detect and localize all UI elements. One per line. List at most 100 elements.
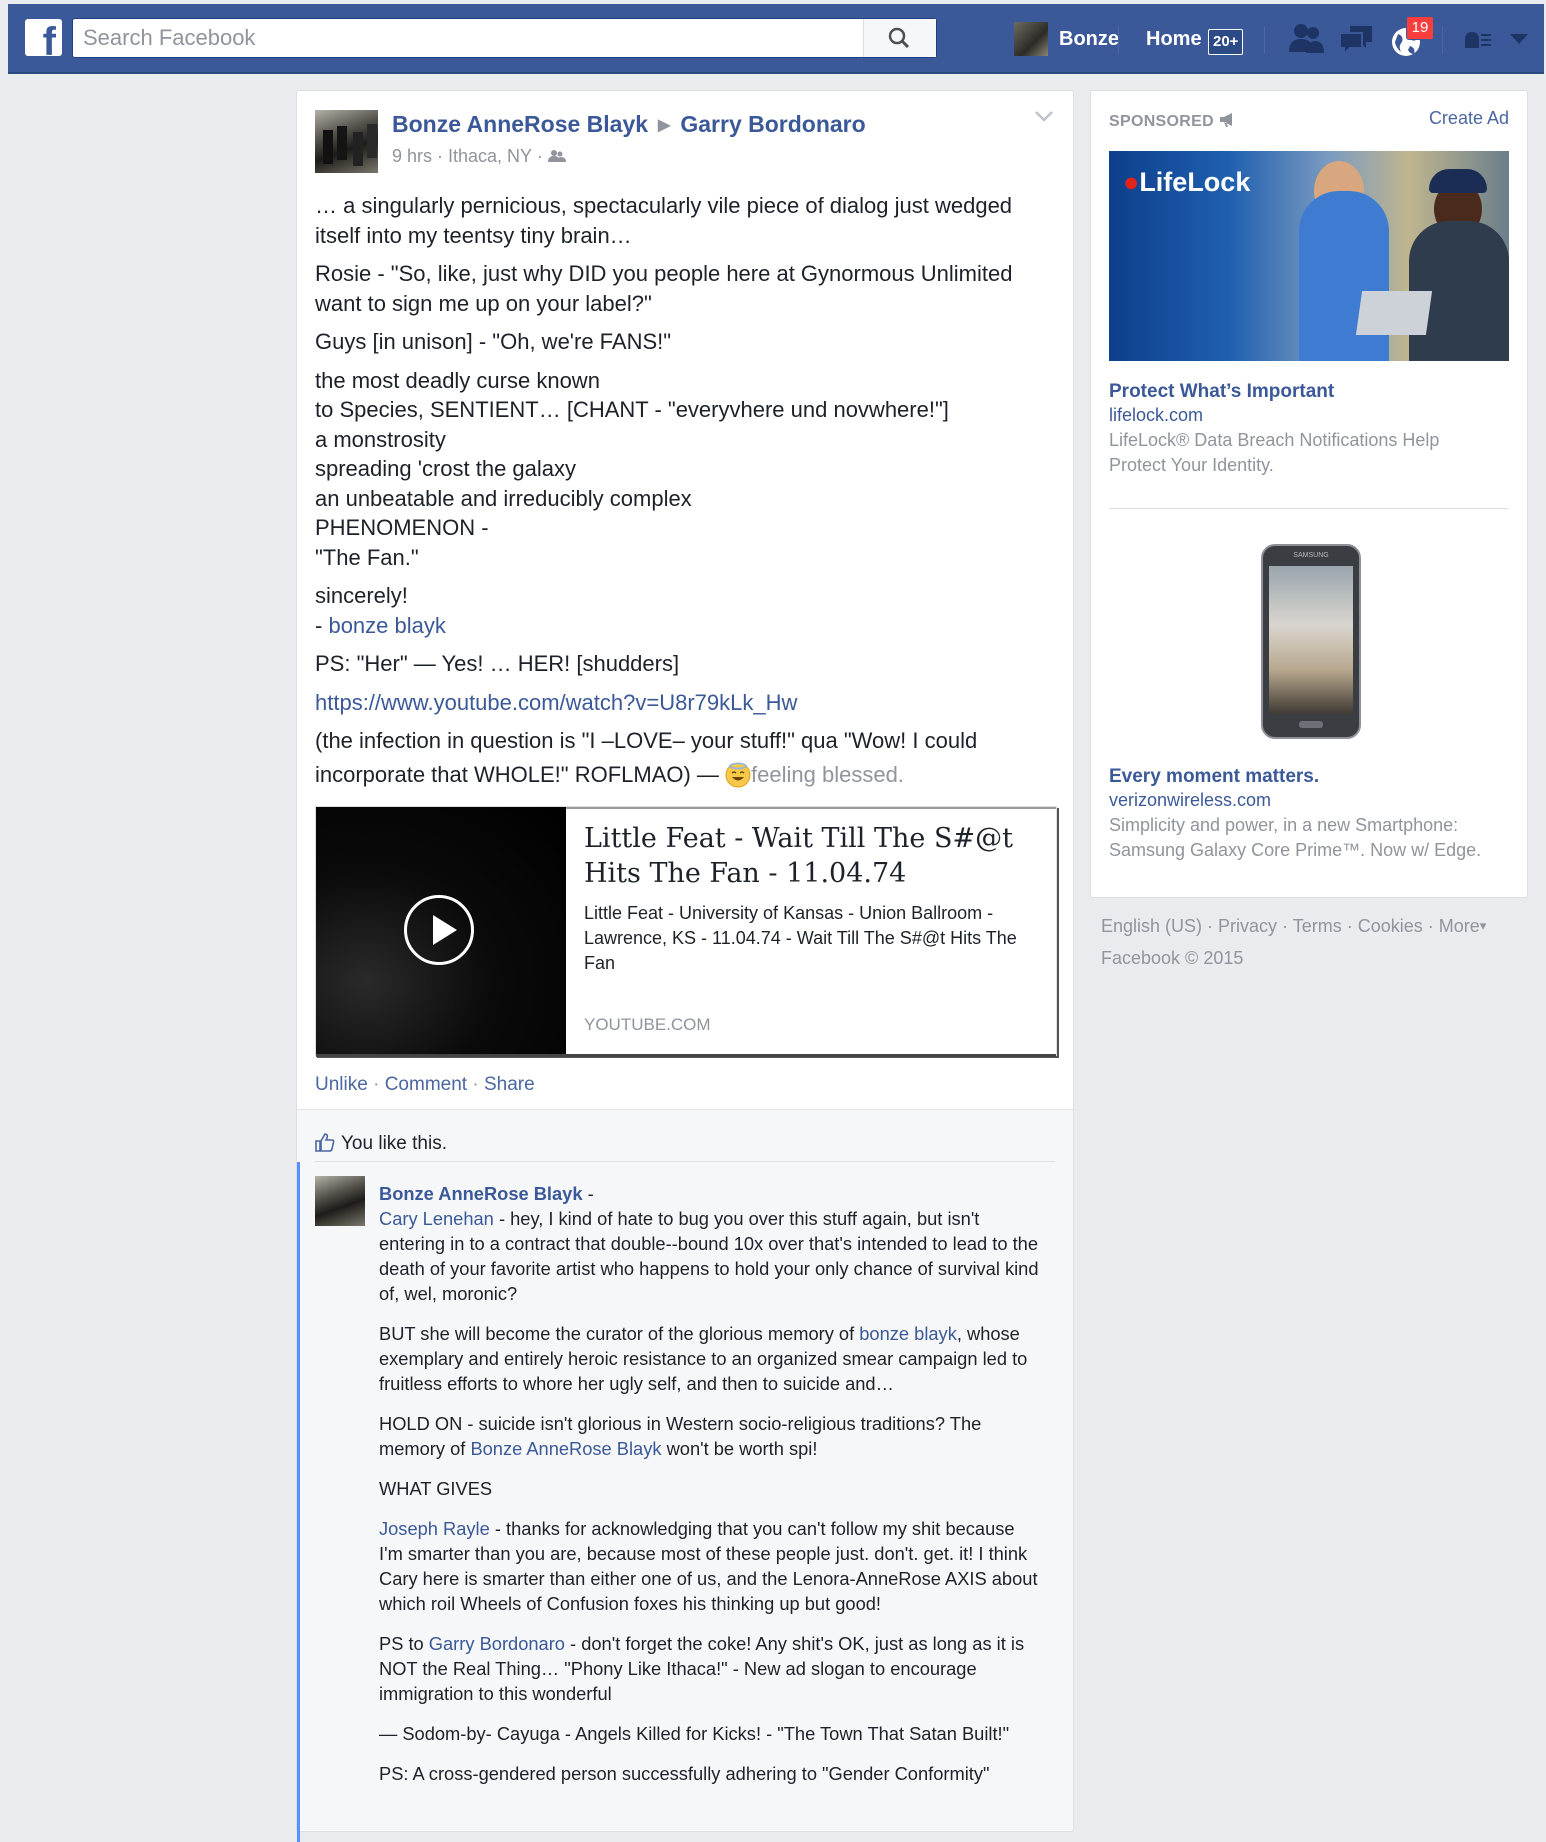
poem-line: "The Fan." <box>315 544 419 570</box>
divider <box>1109 508 1509 509</box>
link-domain: YOUTUBE.COM <box>584 1015 711 1034</box>
lock-icon: ● <box>1123 167 1140 197</box>
comment-text: — Sodom-by- Cayuga - Angels Killed for K… <box>379 1723 1010 1744</box>
ad-description: Simplicity and power, in a new Smartphon… <box>1109 815 1482 860</box>
play-icon[interactable] <box>404 895 474 965</box>
search-icon <box>888 27 910 49</box>
video-thumbnail[interactable] <box>316 807 566 1057</box>
comment-text: WHAT GIVES <box>379 1478 493 1499</box>
samsung-phone-ad-image[interactable]: SAMSUNG <box>1261 544 1361 739</box>
sponsored-label: SPONSORED <box>1109 113 1214 130</box>
more-caret-icon[interactable]: ▾ <box>1480 918 1487 933</box>
mention-link[interactable]: Bonze AnneRose Blayk <box>470 1438 661 1459</box>
commenter-name-link[interactable]: Bonze AnneRose Blayk <box>379 1183 583 1204</box>
post-paragraph: … a singularly pernicious, spectacularly… <box>315 193 1013 248</box>
ad-description: LifeLock® Data Breach Notifications Help… <box>1109 430 1440 475</box>
link-description: Little Feat - University of Kansas - Uni… <box>584 903 1017 973</box>
sponsored-ads-panel: SPONSORED Create Ad ●LifeLock Protect Wh… <box>1090 90 1528 898</box>
post-paragraph: Guys [in unison] - "Oh, we're FANS!" <box>315 329 672 354</box>
sponsored-heading: SPONSORED <box>1109 110 1237 131</box>
link-title[interactable]: Little Feat - Wait Till The S#@t Hits Th… <box>584 821 1044 891</box>
mention-link[interactable]: bonze blayk <box>859 1323 957 1344</box>
phone-screen <box>1269 566 1353 714</box>
home-count-badge: 20+ <box>1208 29 1244 55</box>
post-paragraph: PS: "Her" — Yes! … HER! [shudders] <box>315 651 680 676</box>
author-name-link[interactable]: Bonze AnneRose Blayk <box>392 111 648 137</box>
footer-links[interactable]: English (US) · Privacy · Terms · Cookies… <box>1101 916 1486 937</box>
phone-brand: SAMSUNG <box>1293 552 1329 559</box>
footer-copyright: Facebook © 2015 <box>1101 948 1244 968</box>
account-menu-chevron-down-icon[interactable] <box>1510 34 1528 46</box>
comment-body: Bonze AnneRose Blayk - Cary Lenehan - he… <box>379 1181 1039 1801</box>
likes-summary: You like this. <box>315 1129 447 1155</box>
youtube-url-link[interactable]: https://www.youtube.com/watch?v=U8r79kLk… <box>315 690 797 715</box>
action-separator: · <box>467 1074 484 1095</box>
mention-link[interactable]: Joseph Rayle <box>379 1518 490 1539</box>
shared-link-card[interactable]: Little Feat - Wait Till The S#@t Hits Th… <box>315 806 1057 1057</box>
notifications-count-badge: 19 <box>1406 16 1434 40</box>
privacy-shortcuts-icon[interactable] <box>1463 28 1493 50</box>
comment-text: won't be worth spi! <box>661 1438 818 1459</box>
comment-text: PS: A cross-gendered person successfully… <box>379 1763 990 1784</box>
friend-requests-icon[interactable] <box>1288 22 1326 56</box>
search-input[interactable] <box>73 19 853 57</box>
comment-highlight-bar <box>297 1162 300 1842</box>
nav-divider <box>1118 26 1119 54</box>
comment-text: PS to <box>379 1633 429 1654</box>
ad-title[interactable]: Every moment matters. <box>1109 766 1319 788</box>
unlike-link[interactable]: Unlike <box>315 1074 368 1095</box>
commenter-avatar[interactable] <box>315 1176 365 1226</box>
comment-link[interactable]: Comment <box>385 1074 467 1095</box>
poem-line: an unbeatable and irreducibly complex <box>315 485 692 511</box>
post-options-chevron-down-icon[interactable] <box>1035 111 1053 123</box>
post-meta: 9 hrs · Ithaca, NY · <box>392 146 566 167</box>
lifelock-logo-text: LifeLock <box>1139 167 1251 197</box>
post-actions: Unlike · Comment · Share <box>315 1074 535 1096</box>
likes-text[interactable]: You like this. <box>341 1133 447 1154</box>
comment-text: BUT she will become the curator of the g… <box>379 1323 860 1344</box>
author-avatar[interactable] <box>315 110 378 173</box>
search-box <box>72 18 937 58</box>
ad-title[interactable]: Protect What’s Important <box>1109 381 1334 403</box>
poem-line: PHENOMENON - <box>315 515 489 540</box>
action-separator: · <box>367 1074 385 1095</box>
triangle-right-icon: ▶ <box>658 117 671 134</box>
avatar <box>1014 22 1048 56</box>
feeling-label[interactable]: feeling blessed. <box>751 762 904 787</box>
mention-link[interactable]: Garry Bordonaro <box>429 1633 565 1654</box>
post-signature: sincerely! - bonze blayk <box>315 581 1045 640</box>
post-text: … a singularly pernicious, spectacularly… <box>315 191 1045 798</box>
phone-home-button <box>1299 721 1323 728</box>
ad-domain[interactable]: verizonwireless.com <box>1109 790 1271 811</box>
audience-friends-icon[interactable] <box>547 149 566 163</box>
footer-links-text[interactable]: English (US) · Privacy · Terms · Cookies… <box>1101 916 1480 936</box>
signature-link[interactable]: bonze blayk <box>328 613 445 638</box>
ad-domain[interactable]: lifelock.com <box>1109 405 1203 426</box>
top-navigation-bar: f Bonze Home 20+ 19 <box>8 4 1544 74</box>
divider <box>315 1161 1055 1162</box>
mention-link[interactable]: Cary Lenehan <box>379 1208 494 1229</box>
signature-prefix: - <box>315 612 329 638</box>
feeling-blessed-emoji-icon <box>725 762 751 787</box>
lifelock-ad-image[interactable]: ●LifeLock <box>1109 151 1509 361</box>
post-poem: the most deadly curse known to Species, … <box>315 366 1045 573</box>
poem-line: to Species, SENTIENT… [CHANT - "everyvhe… <box>315 397 949 422</box>
poem-line: spreading 'crost the galaxy <box>315 456 577 481</box>
profile-name: Bonze <box>1059 28 1119 50</box>
messages-icon[interactable] <box>1338 22 1376 56</box>
search-button[interactable] <box>863 19 936 57</box>
share-link[interactable]: Share <box>484 1074 535 1095</box>
home-link[interactable]: Home <box>1146 28 1202 51</box>
nav-divider <box>1264 26 1265 54</box>
nav-divider <box>1442 26 1443 54</box>
post-timestamp-location[interactable]: 9 hrs · Ithaca, NY · <box>392 146 543 166</box>
lifelock-logo: ●LifeLock <box>1123 167 1250 198</box>
target-name-link[interactable]: Garry Bordonaro <box>680 111 865 137</box>
megaphone-icon <box>1219 113 1232 127</box>
create-ad-link[interactable]: Create Ad <box>1429 108 1509 129</box>
thumbs-up-icon <box>315 1133 335 1152</box>
ad-photo-person <box>1299 191 1389 361</box>
post-paragraph: Rosie - "So, like, just why DID you peop… <box>315 261 1013 316</box>
facebook-logo-icon[interactable]: f <box>25 19 62 56</box>
news-feed-post: Bonze AnneRose Blayk ▶ Garry Bordonaro 9 h… <box>296 90 1074 1842</box>
